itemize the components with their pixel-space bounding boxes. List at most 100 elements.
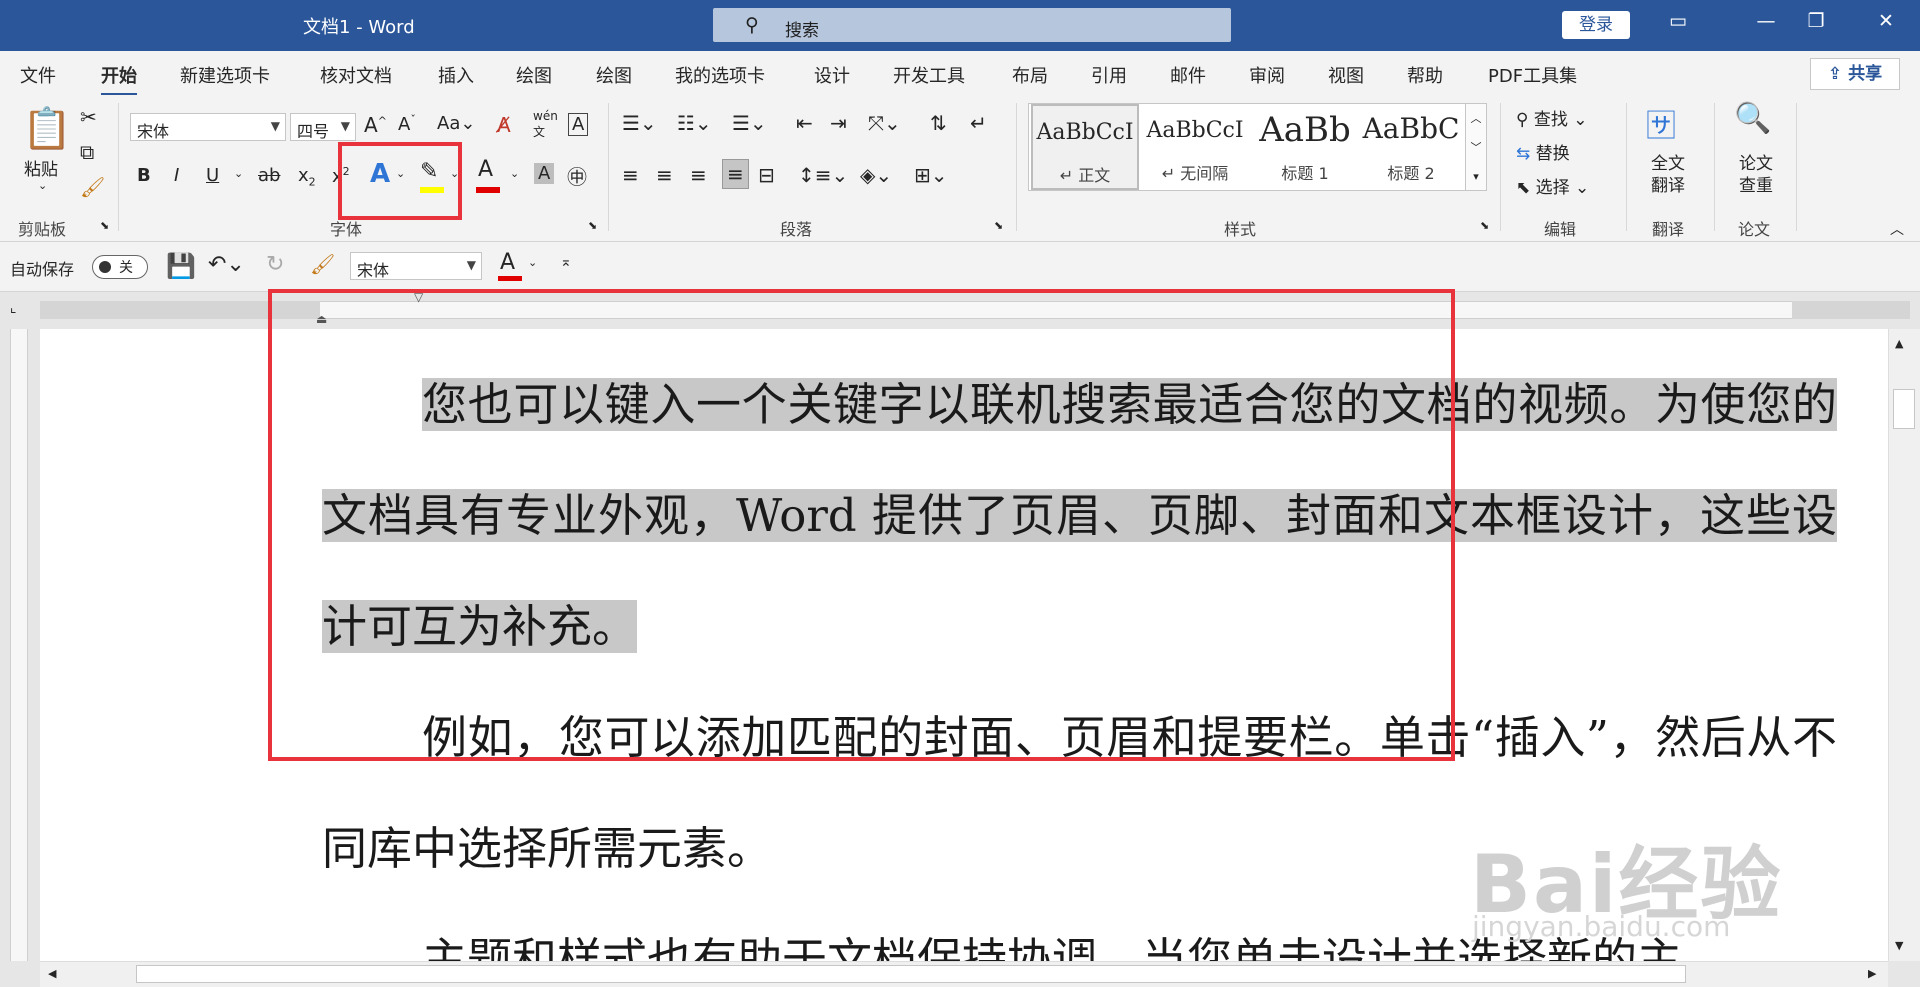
styles-launcher-icon[interactable]: ⬊: [1480, 219, 1489, 232]
paste-dropdown-icon[interactable]: ⌄: [38, 179, 47, 192]
tab-my[interactable]: 我的选项卡: [675, 62, 765, 88]
save-icon[interactable]: 💾: [166, 252, 196, 280]
bold-icon[interactable]: B: [137, 165, 151, 186]
tab-mailings[interactable]: 邮件: [1170, 62, 1206, 88]
enclose-char-icon[interactable]: ㊥: [567, 161, 587, 190]
align-center-icon[interactable]: ≡: [656, 163, 673, 187]
scroll-thumb[interactable]: [1893, 389, 1915, 429]
minimize-icon[interactable]: —: [1746, 10, 1786, 32]
tab-draw-1[interactable]: 绘图: [516, 62, 552, 88]
line-spacing-icon[interactable]: ↕≡⌄: [798, 163, 848, 187]
tab-help[interactable]: 帮助: [1407, 62, 1443, 88]
tab-review[interactable]: 审阅: [1249, 62, 1285, 88]
tab-developer[interactable]: 开发工具: [893, 62, 965, 88]
search-box[interactable]: ⚲ 搜索: [713, 8, 1231, 42]
customize-qat-icon[interactable]: ⌅: [560, 254, 572, 270]
numbering-icon[interactable]: ☷⌄: [677, 111, 712, 135]
full-translate-button[interactable]: 全文翻译: [1648, 153, 1688, 197]
tab-view[interactable]: 视图: [1328, 62, 1364, 88]
hscroll-thumb[interactable]: [136, 965, 1686, 983]
ribbon-display-icon[interactable]: ▭: [1658, 10, 1698, 32]
char-shading-icon[interactable]: A: [534, 163, 555, 184]
style-heading-2[interactable]: AaBbC 标题 2: [1357, 104, 1465, 190]
align-left-icon[interactable]: ≡: [622, 163, 639, 187]
translate-icon[interactable]: 🈂: [1646, 101, 1676, 145]
scroll-up-icon[interactable]: ▲: [1895, 337, 1903, 350]
font-launcher-icon[interactable]: ⬊: [588, 219, 597, 232]
italic-icon[interactable]: I: [174, 165, 179, 186]
font-color-icon[interactable]: A: [478, 157, 493, 182]
change-case-icon[interactable]: Aa⌄: [437, 113, 475, 134]
redo-icon[interactable]: ↻: [266, 252, 284, 277]
font-color-dropdown-icon[interactable]: ⌄: [510, 167, 519, 180]
tab-references[interactable]: 引用: [1091, 62, 1127, 88]
format-painter-icon[interactable]: 🖌: [80, 175, 105, 199]
qat-font-color-dropdown-icon[interactable]: ⌄: [528, 256, 537, 269]
scroll-left-icon[interactable]: ◀: [48, 967, 56, 980]
clipboard-launcher-icon[interactable]: ⬊: [100, 219, 109, 232]
tab-pdf[interactable]: PDF工具集: [1488, 62, 1577, 88]
tab-check[interactable]: 核对文档: [320, 62, 392, 88]
find-button[interactable]: ⚲ 查找 ⌄: [1516, 105, 1588, 130]
cut-icon[interactable]: ✂: [80, 105, 97, 129]
paste-button[interactable]: 粘贴: [24, 155, 58, 180]
scroll-right-icon[interactable]: ▶: [1868, 967, 1876, 980]
restore-icon[interactable]: ❐: [1796, 10, 1836, 32]
decrease-indent-icon[interactable]: ⇤: [796, 111, 813, 135]
shrink-font-icon[interactable]: Aˇ: [398, 113, 416, 135]
paper-check-icon[interactable]: 🔍: [1734, 101, 1771, 136]
bullets-icon[interactable]: ☰⌄: [622, 111, 657, 135]
qat-font-combo[interactable]: 宋体 ▼: [350, 252, 482, 280]
underline-icon[interactable]: U: [206, 165, 219, 186]
char-border-icon[interactable]: A: [568, 113, 589, 136]
tab-design[interactable]: 设计: [814, 62, 850, 88]
close-icon[interactable]: ✕: [1866, 10, 1906, 32]
select-button[interactable]: ⬉ 选择 ⌄: [1516, 173, 1589, 198]
undo-icon[interactable]: ↶⌄: [208, 252, 245, 277]
borders-icon[interactable]: ⊞⌄: [914, 163, 948, 187]
style-heading-1[interactable]: AaBb 标题 1: [1251, 104, 1359, 190]
distributed-icon[interactable]: ⊟: [758, 163, 775, 187]
phonetic-guide-icon[interactable]: wén 文: [533, 109, 558, 140]
format-painter-icon[interactable]: 🖌: [310, 252, 335, 276]
clear-format-icon[interactable]: A̸: [497, 113, 511, 137]
font-name-combo[interactable]: 宋体 ▼: [130, 113, 286, 141]
autosave-toggle[interactable]: 关: [92, 255, 148, 279]
grow-font-icon[interactable]: A^: [364, 113, 387, 137]
styles-scroll-icon[interactable]: ︿ ﹀ ▾: [1465, 103, 1487, 191]
style-normal[interactable]: AaBbCcI ↵ 正文: [1031, 104, 1139, 190]
tab-layout[interactable]: 布局: [1012, 62, 1048, 88]
copy-icon[interactable]: ⧉: [80, 140, 94, 164]
style-no-spacing[interactable]: AaBbCcI ↵ 无间隔: [1141, 104, 1249, 190]
vertical-scrollbar[interactable]: ▲ ▼: [1888, 329, 1920, 961]
shading-icon[interactable]: ◈⌄: [860, 163, 892, 187]
subscript-icon[interactable]: x2: [298, 165, 316, 189]
multilevel-list-icon[interactable]: ☰⌄: [732, 111, 767, 135]
scroll-down-icon[interactable]: ▼: [1895, 939, 1903, 952]
font-size-combo[interactable]: 四号 ▼: [290, 113, 356, 141]
show-marks-icon[interactable]: ↵: [970, 111, 987, 135]
share-button[interactable]: ⇪ 共享: [1810, 58, 1900, 90]
paper-check-button[interactable]: 论文查重: [1736, 153, 1776, 197]
sort-icon[interactable]: ⇅: [930, 111, 947, 135]
align-right-icon[interactable]: ≡: [690, 163, 707, 187]
login-button[interactable]: 登录: [1562, 11, 1630, 39]
strikethrough-icon[interactable]: ab: [258, 165, 280, 186]
qat-font-color-icon[interactable]: A: [500, 250, 515, 275]
increase-indent-icon[interactable]: ⇥: [830, 111, 847, 135]
tab-new[interactable]: 新建选项卡: [180, 62, 270, 88]
justify-icon[interactable]: ≡: [722, 159, 749, 189]
horizontal-scrollbar[interactable]: ◀ ▶: [40, 961, 1888, 987]
window-title: 文档1 - Word: [303, 17, 415, 38]
chinese-layout-icon[interactable]: ⤧⌄: [868, 111, 901, 135]
tab-file[interactable]: 文件: [20, 62, 56, 88]
tab-draw-2[interactable]: 绘图: [596, 62, 632, 88]
underline-dropdown-icon[interactable]: ⌄: [234, 167, 243, 180]
tab-insert[interactable]: 插入: [438, 62, 474, 88]
collapse-ribbon-icon[interactable]: ︿: [1890, 219, 1904, 239]
paste-icon[interactable]: 📋: [22, 105, 72, 152]
tab-home[interactable]: 开始: [101, 62, 137, 96]
replace-button[interactable]: ⇆ 替换: [1516, 139, 1570, 164]
paragraph-launcher-icon[interactable]: ⬊: [994, 219, 1003, 232]
tab-stop-icon[interactable]: ⌞: [10, 300, 17, 316]
